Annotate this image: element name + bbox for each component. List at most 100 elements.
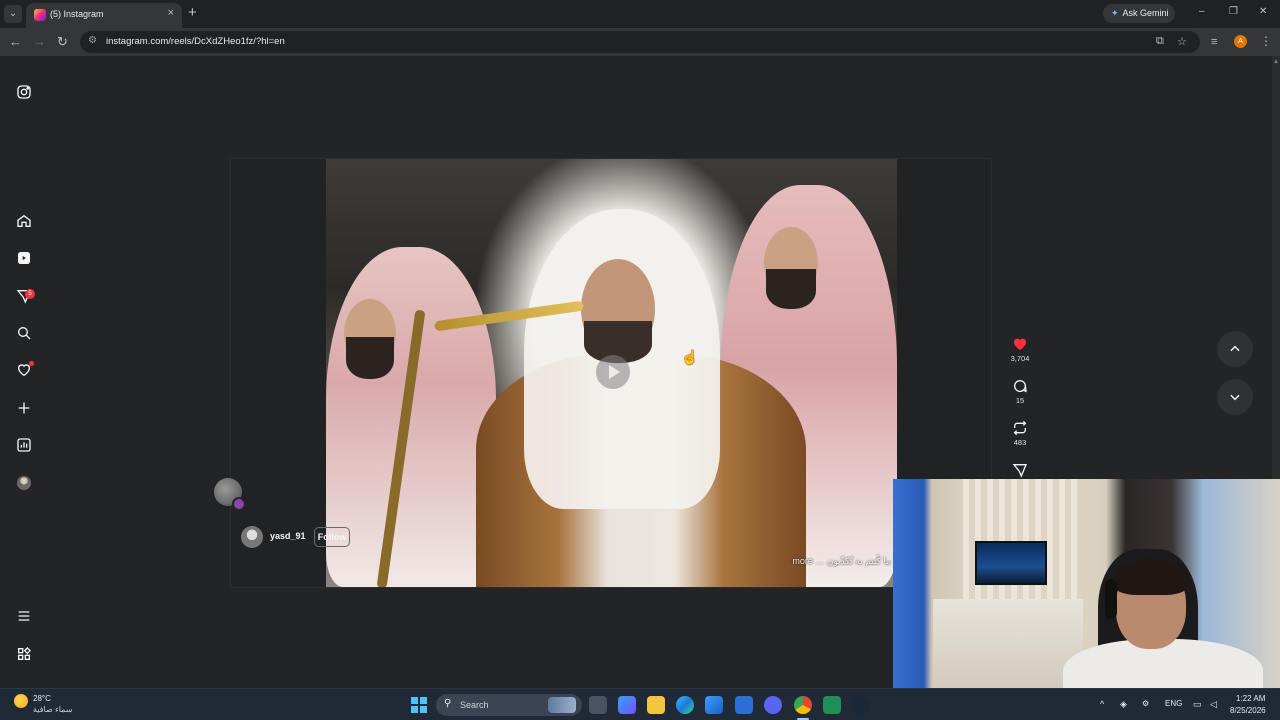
browser-tab-strip: ⌄ (5) Instagram × + ✦ Ask Gemini – ❐ ✕ <box>0 0 1280 28</box>
start-button[interactable] <box>411 697 427 713</box>
video-beard-left <box>346 337 394 379</box>
browser-menu-icon[interactable]: ⋮ <box>1260 34 1272 48</box>
volume-icon[interactable]: ◁ <box>1210 699 1217 710</box>
tab-close-icon[interactable]: × <box>168 7 174 19</box>
dashboard-icon[interactable] <box>14 435 34 455</box>
steam-icon[interactable] <box>852 696 870 714</box>
comment-icon[interactable] <box>1012 378 1028 394</box>
previous-reel-button[interactable] <box>1217 331 1253 367</box>
ask-gemini-button[interactable]: ✦ Ask Gemini <box>1103 4 1175 23</box>
chevron-down-icon <box>1230 394 1240 401</box>
new-tab-button[interactable]: + <box>188 5 197 21</box>
hand-cursor-icon: ☝ <box>681 349 699 365</box>
taskbar-search-label: Search <box>460 700 489 710</box>
comment-action[interactable]: 15 <box>1008 378 1032 405</box>
taskbar-search-icon: ⚲ <box>444 698 452 709</box>
reel-video[interactable]: more … ما كُنتم به تُكذّبون <box>326 159 897 587</box>
webcam-tv <box>975 541 1047 585</box>
language-indicator[interactable]: ENG <box>1165 699 1182 708</box>
notifications-icon[interactable] <box>14 360 34 380</box>
chevron-up-icon <box>1230 345 1240 352</box>
direct-messages-icon[interactable]: 5 <box>14 286 35 306</box>
install-app-icon[interactable]: ⧉ <box>1156 35 1164 48</box>
scroll-up-arrow-icon[interactable]: ▲ <box>1273 59 1279 65</box>
profile-avatar[interactable] <box>14 473 34 493</box>
share-action[interactable] <box>1008 462 1032 478</box>
microsoft-store-icon[interactable] <box>705 696 723 714</box>
forward-icon[interactable]: → <box>33 34 46 50</box>
reload-icon[interactable]: ↻ <box>57 34 68 50</box>
browser-toolbar: ← → ↻ ⚙ instagram.com/reels/DcXdZHeo1fz/… <box>0 28 1280 56</box>
copilot-icon[interactable] <box>618 696 636 714</box>
next-reel-button[interactable] <box>1217 379 1253 415</box>
file-explorer-icon[interactable] <box>647 696 665 714</box>
notifications-dot <box>29 361 34 366</box>
webcam-overlay <box>893 479 1280 696</box>
weather-description[interactable]: سماء صافية <box>33 705 73 714</box>
bookmark-star-icon[interactable]: ☆ <box>1177 35 1187 48</box>
chrome-icon[interactable] <box>794 696 812 714</box>
profile-avatar-button[interactable]: A <box>1234 35 1247 48</box>
weather-icon[interactable] <box>14 694 28 708</box>
ask-gemini-label: Ask Gemini <box>1122 8 1169 18</box>
author-avatar[interactable] <box>241 526 263 548</box>
follow-button[interactable]: Follow <box>314 527 350 547</box>
tray-settings-icon[interactable]: ⚙ <box>1142 699 1149 708</box>
taskbar-search-box[interactable]: ⚲ Search <box>436 694 582 716</box>
video-figure-left <box>326 247 496 587</box>
heart-filled-icon[interactable] <box>1012 336 1028 352</box>
story-viewer-badge <box>232 497 246 511</box>
network-icon[interactable]: ▭ <box>1193 699 1202 710</box>
reels-icon[interactable] <box>14 248 34 268</box>
webcam-headset <box>1105 579 1117 619</box>
profile-avatar-image <box>17 476 31 490</box>
tray-app-icon[interactable]: ◈ <box>1120 699 1127 710</box>
url-text[interactable]: instagram.com/reels/DcXdZHeo1fz/?hl=en <box>106 36 285 47</box>
play-icon <box>609 365 620 379</box>
instagram-sidebar: 5 <box>0 56 48 688</box>
video-beard-right <box>766 269 816 309</box>
tray-overflow-icon[interactable]: ^ <box>1100 699 1104 709</box>
menu-icon[interactable] <box>14 606 34 626</box>
instagram-favicon-icon <box>34 9 46 21</box>
tab-title: (5) Instagram <box>50 9 104 19</box>
search-highlight-image <box>548 697 576 713</box>
tab-search-icon[interactable]: ⌄ <box>4 5 22 23</box>
webcam-desk <box>933 599 1083 696</box>
home-icon[interactable] <box>14 211 34 231</box>
weather-temperature[interactable]: 28°C <box>33 694 51 703</box>
like-action[interactable]: 3,704 <box>1008 336 1032 363</box>
author-username[interactable]: yasd_91 <box>270 531 306 541</box>
minimize-button[interactable]: – <box>1199 6 1205 17</box>
create-icon[interactable] <box>14 398 34 418</box>
maximize-button[interactable]: ❐ <box>1229 6 1238 17</box>
share-icon[interactable] <box>1012 462 1028 478</box>
address-bar[interactable]: ⚙ instagram.com/reels/DcXdZHeo1fz/?hl=en… <box>80 31 1200 53</box>
media-controls-icon[interactable]: ≡ <box>1211 34 1217 50</box>
windows-taskbar: 28°C سماء صافية ⚲ Search ^ ◈ ⚙ ENG ▭ ◁ 1… <box>0 688 1280 720</box>
messages-badge: 5 <box>25 289 35 299</box>
site-info-icon[interactable]: ⚙ <box>88 35 97 46</box>
back-icon[interactable]: ← <box>9 34 22 50</box>
task-view-icon[interactable] <box>589 696 607 714</box>
close-window-button[interactable]: ✕ <box>1259 6 1267 17</box>
comment-count: 15 <box>1015 396 1025 405</box>
clock-date[interactable]: 8/25/2026 <box>1230 706 1266 715</box>
browser-tab-instagram[interactable]: (5) Instagram × <box>26 3 182 28</box>
like-count: 3,704 <box>1010 354 1030 363</box>
clock-time[interactable]: 1:22 AM <box>1236 694 1265 703</box>
mail-icon[interactable] <box>735 696 753 714</box>
search-icon[interactable] <box>14 323 34 343</box>
reel-caption[interactable]: more … ما كُنتم به تُكذّبون <box>792 556 891 567</box>
play-button[interactable] <box>596 355 630 389</box>
gemini-sparkle-icon: ✦ <box>1111 8 1119 18</box>
edge-icon[interactable] <box>676 696 694 714</box>
repost-count: 483 <box>1013 438 1027 447</box>
reel-container: more … ما كُنتم به تُكذّبون <box>230 158 992 588</box>
repost-icon[interactable] <box>1012 420 1028 436</box>
repost-action[interactable]: 483 <box>1008 420 1032 447</box>
app-green-icon[interactable] <box>823 696 841 714</box>
instagram-logo-icon[interactable] <box>14 82 34 102</box>
discord-icon[interactable] <box>764 696 782 714</box>
also-from-meta-icon[interactable] <box>14 644 34 664</box>
